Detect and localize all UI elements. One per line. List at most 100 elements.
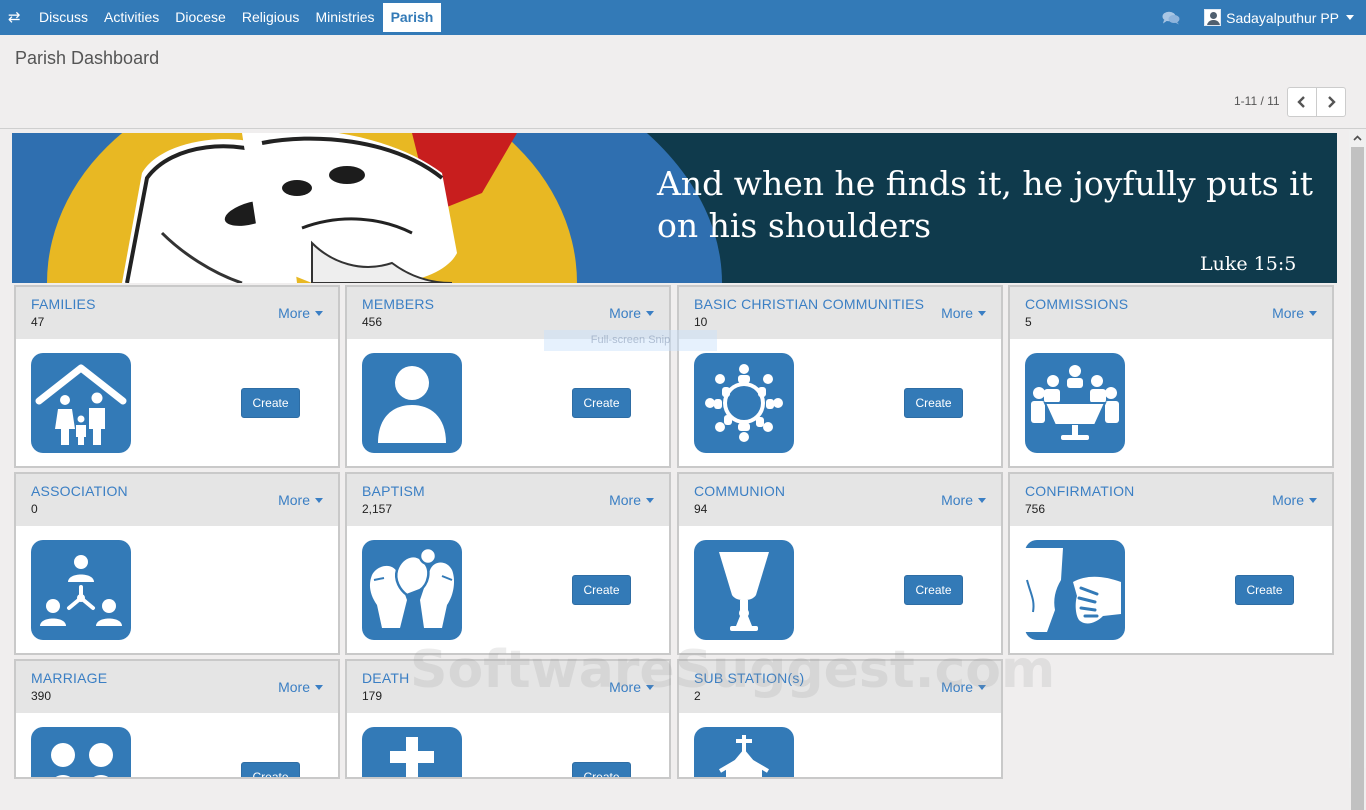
header-divider bbox=[0, 128, 1366, 129]
card-header: MARRIAGE 390 More bbox=[16, 661, 338, 713]
card-count: 94 bbox=[694, 502, 708, 516]
card-header: COMMUNION 94 More bbox=[679, 474, 1001, 526]
dashboard-card-baptism: BAPTISM 2,157 More Create bbox=[345, 472, 671, 655]
card-header: ASSOCIATION 0 More bbox=[16, 474, 338, 526]
meeting-table-icon[interactable] bbox=[1025, 353, 1125, 453]
more-dropdown[interactable]: More bbox=[278, 679, 323, 695]
cross-icon[interactable] bbox=[362, 727, 462, 777]
caret-down-icon bbox=[315, 684, 323, 690]
card-title[interactable]: CONFIRMATION bbox=[1025, 483, 1134, 499]
banner-reference: Luke 15:5 bbox=[1200, 253, 1297, 275]
dashboard-card-association: ASSOCIATION 0 More bbox=[14, 472, 340, 655]
chapel-icon[interactable] bbox=[694, 727, 794, 777]
create-button[interactable]: Create bbox=[241, 762, 300, 777]
card-title[interactable]: ASSOCIATION bbox=[31, 483, 128, 499]
watermark: SoftwareSuggest.com bbox=[410, 640, 1056, 700]
card-count: 756 bbox=[1025, 502, 1046, 516]
scrollbar-thumb[interactable] bbox=[1351, 147, 1364, 810]
family-home-icon[interactable] bbox=[31, 353, 131, 453]
caret-down-icon bbox=[1309, 310, 1317, 316]
caret-down-icon bbox=[646, 310, 654, 316]
more-dropdown[interactable]: More bbox=[609, 305, 654, 321]
card-title[interactable]: BASIC CHRISTIAN COMMUNITIES bbox=[694, 296, 924, 312]
scripture-banner: And when he finds it, he joyfully puts i… bbox=[12, 133, 1337, 283]
card-title[interactable]: COMMISSIONS bbox=[1025, 296, 1128, 312]
create-button[interactable]: Create bbox=[1235, 575, 1294, 605]
create-button[interactable]: Create bbox=[241, 388, 300, 418]
anointing-hand-icon[interactable] bbox=[1025, 540, 1125, 640]
couple-icon[interactable] bbox=[31, 727, 131, 777]
dashboard-card-members: MEMBERS 456 More Create bbox=[345, 285, 671, 468]
dashboard-card-commissions: COMMISSIONS 5 More bbox=[1008, 285, 1334, 468]
dashboard-card-families: FAMILIES 47 More Create bbox=[14, 285, 340, 468]
more-dropdown[interactable]: More bbox=[1272, 492, 1317, 508]
chat-bubbles-icon[interactable] bbox=[1162, 11, 1180, 25]
chevron-left-icon bbox=[1297, 96, 1305, 108]
create-button[interactable]: Create bbox=[572, 388, 631, 418]
card-title[interactable]: MARRIAGE bbox=[31, 670, 107, 686]
banner-quote: And when he finds it, he joyfully puts i… bbox=[657, 164, 1313, 245]
card-title[interactable]: MEMBERS bbox=[362, 296, 434, 312]
user-name[interactable]: Sadayalputhur PP bbox=[1226, 10, 1339, 26]
next-page-button[interactable] bbox=[1316, 87, 1346, 117]
card-title[interactable]: COMMUNION bbox=[694, 483, 785, 499]
card-header: COMMISSIONS 5 More bbox=[1010, 287, 1332, 339]
nav-item-parish[interactable]: Parish bbox=[382, 3, 442, 32]
main-nav: Discuss Activities Diocese Religious Min… bbox=[31, 3, 442, 32]
card-count: 456 bbox=[362, 315, 383, 329]
nav-item-ministries[interactable]: Ministries bbox=[307, 3, 382, 32]
more-label: More bbox=[609, 305, 641, 321]
page-title: Parish Dashboard bbox=[15, 48, 160, 68]
dashboard-card-communion: COMMUNION 94 More Create bbox=[677, 472, 1003, 655]
previous-page-button[interactable] bbox=[1287, 87, 1317, 117]
card-title[interactable]: BAPTISM bbox=[362, 483, 425, 499]
caret-down-icon bbox=[315, 310, 323, 316]
association-network-icon[interactable] bbox=[31, 540, 131, 640]
dashboard-card-basic-christian-communities: BASIC CHRISTIAN COMMUNITIES 10 More Create bbox=[677, 285, 1003, 468]
card-count: 47 bbox=[31, 315, 45, 329]
person-icon[interactable] bbox=[362, 353, 462, 453]
dashboard-card-confirmation: CONFIRMATION 756 More Create bbox=[1008, 472, 1334, 655]
card-header: BASIC CHRISTIAN COMMUNITIES 10 More bbox=[679, 287, 1001, 339]
dashboard-card-marriage: MARRIAGE 390 More Create bbox=[14, 659, 340, 779]
card-title[interactable]: FAMILIES bbox=[31, 296, 96, 312]
create-button[interactable]: Create bbox=[572, 762, 631, 777]
top-navbar: ⇄ Discuss Activities Diocese Religious M… bbox=[0, 0, 1366, 35]
nav-item-diocese[interactable]: Diocese bbox=[167, 3, 234, 32]
card-title[interactable]: DEATH bbox=[362, 670, 409, 686]
more-dropdown[interactable]: More bbox=[278, 305, 323, 321]
more-dropdown[interactable]: More bbox=[609, 492, 654, 508]
nav-item-discuss[interactable]: Discuss bbox=[31, 3, 96, 32]
nav-item-activities[interactable]: Activities bbox=[96, 3, 167, 32]
more-label: More bbox=[609, 492, 641, 508]
scroll-up-arrow-icon[interactable] bbox=[1349, 130, 1366, 146]
caret-down-icon bbox=[315, 497, 323, 503]
create-button[interactable]: Create bbox=[572, 575, 631, 605]
switch-arrows-icon[interactable]: ⇄ bbox=[8, 9, 26, 25]
card-count: 2,157 bbox=[362, 502, 393, 516]
chevron-down-icon[interactable] bbox=[1346, 15, 1354, 20]
create-button[interactable]: Create bbox=[904, 388, 963, 418]
caret-down-icon bbox=[978, 310, 986, 316]
caret-down-icon bbox=[1309, 497, 1317, 503]
avatar[interactable] bbox=[1204, 9, 1222, 26]
more-dropdown[interactable]: More bbox=[278, 492, 323, 508]
card-header: FAMILIES 47 More bbox=[16, 287, 338, 339]
chalice-icon[interactable] bbox=[694, 540, 794, 640]
pager-count: 1-11 / 11 bbox=[1234, 94, 1280, 108]
more-dropdown[interactable]: More bbox=[941, 305, 986, 321]
baby-hands-icon[interactable] bbox=[362, 540, 462, 640]
more-label: More bbox=[941, 305, 973, 321]
more-dropdown[interactable]: More bbox=[941, 492, 986, 508]
card-header: CONFIRMATION 756 More bbox=[1010, 474, 1332, 526]
snip-overlay-label: Full-screen Snip bbox=[544, 330, 717, 351]
more-label: More bbox=[941, 492, 973, 508]
vertical-scrollbar[interactable] bbox=[1349, 130, 1366, 810]
create-button[interactable]: Create bbox=[904, 575, 963, 605]
card-count: 390 bbox=[31, 689, 52, 703]
nav-item-religious[interactable]: Religious bbox=[234, 3, 308, 32]
more-dropdown[interactable]: More bbox=[1272, 305, 1317, 321]
more-label: More bbox=[1272, 492, 1304, 508]
more-label: More bbox=[1272, 305, 1304, 321]
community-circle-icon[interactable] bbox=[694, 353, 794, 453]
